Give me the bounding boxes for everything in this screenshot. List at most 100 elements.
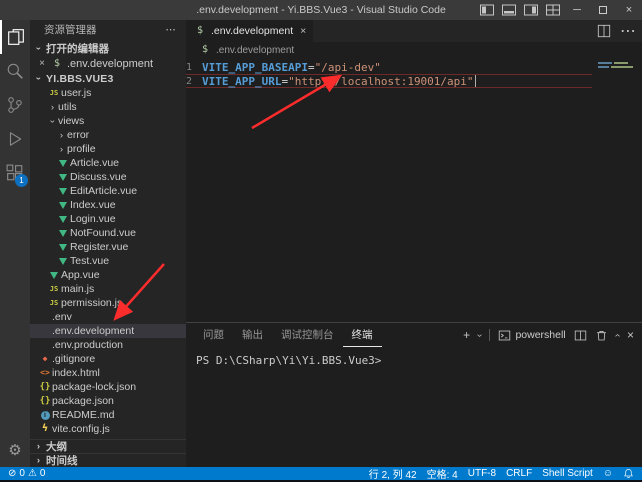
tree-item-.env[interactable]: .env	[30, 310, 186, 324]
tree-item-package.json[interactable]: {}package.json	[30, 394, 186, 408]
tree-item-utils[interactable]: ›utils	[30, 100, 186, 114]
close-icon[interactable]: ×	[37, 58, 47, 69]
kill-terminal-icon[interactable]	[595, 329, 608, 342]
close-panel-icon[interactable]: ×	[627, 328, 634, 342]
minimize-button[interactable]: ─	[564, 0, 590, 20]
file-label: vite.config.js	[52, 423, 110, 435]
tree-item-.gitignore[interactable]: ◆.gitignore	[30, 352, 186, 366]
chevron-right-icon: ›	[47, 102, 58, 113]
tree-item-permission.js[interactable]: JSpermission.js	[30, 296, 186, 310]
file-label: .gitignore	[52, 353, 95, 365]
terminal[interactable]: PS D:\CSharp\Yi\Yi.BBS.Vue3>	[186, 347, 642, 367]
error-icon: ⊘	[8, 468, 16, 479]
split-editor-icon[interactable]	[597, 24, 611, 38]
divider	[489, 329, 490, 341]
tree-item-error[interactable]: ›error	[30, 128, 186, 142]
customize-layout-icon[interactable]	[542, 0, 564, 20]
source-control-icon[interactable]	[0, 88, 30, 122]
open-editor-item[interactable]: × $ .env.development	[30, 56, 186, 71]
tree-item-package-lock.json[interactable]: {}package-lock.json	[30, 380, 186, 394]
split-terminal-icon[interactable]	[574, 329, 587, 342]
views-more-icon[interactable]: ⋯	[166, 20, 177, 40]
maximize-panel-icon[interactable]: ›	[612, 333, 623, 336]
code-area[interactable]: 1VITE_APP_BASEAPI="/api-dev"2VITE_APP_UR…	[186, 58, 642, 321]
tree-item-Article.vue[interactable]: Article.vue	[30, 156, 186, 170]
outline-section[interactable]: › 大纲	[30, 439, 186, 453]
tree-item-main.js[interactable]: JSmain.js	[30, 282, 186, 296]
terminal-dropdown-icon[interactable]: ›	[474, 333, 485, 336]
code-line-2[interactable]: 2VITE_APP_URL="http://localhost:19001/ap…	[186, 74, 592, 88]
tab-bar: $ .env.development × ⋯	[186, 20, 642, 42]
shellscript-file-icon: $	[50, 59, 64, 69]
minimap-line	[598, 62, 638, 64]
cursor-position[interactable]: 行 2, 列 42	[369, 466, 417, 481]
terminal-shell-button[interactable]: powershell	[498, 329, 565, 342]
open-editor-label: .env.development	[67, 58, 153, 70]
tree-item-index.html[interactable]: <>index.html	[30, 366, 186, 380]
problems-status[interactable]: ⊘ 0 ⚠ 0	[8, 468, 45, 479]
indentation[interactable]: 空格: 4	[427, 466, 458, 481]
tree-item-App.vue[interactable]: App.vue	[30, 268, 186, 282]
more-actions-icon[interactable]: ⋯	[620, 21, 636, 41]
toggle-secondary-sidebar-icon[interactable]	[520, 0, 542, 20]
tree-item-Register.vue[interactable]: Register.vue	[30, 240, 186, 254]
encoding[interactable]: UTF-8	[468, 468, 496, 479]
tab-env-development[interactable]: $ .env.development ×	[186, 20, 313, 42]
panel-header: 问题输出调试控制台终端 + › powershell › ×	[186, 323, 642, 347]
file-label: Article.vue	[70, 157, 119, 169]
tree-item-README.md[interactable]: iREADME.md	[30, 408, 186, 422]
file-label: user.js	[61, 87, 91, 99]
tree-item-user.js[interactable]: JSuser.js	[30, 86, 186, 100]
tree-item-.env.production[interactable]: .env.production	[30, 338, 186, 352]
sidebar-title: 资源管理器	[44, 24, 97, 36]
chevron-right-icon: ›	[56, 144, 67, 155]
file-label: views	[58, 115, 84, 127]
tree-item-.env.development[interactable]: .env.development	[30, 324, 186, 338]
breadcrumb[interactable]: $ .env.development	[186, 42, 642, 58]
js-file-icon: JS	[47, 300, 61, 307]
tree-item-NotFound.vue[interactable]: NotFound.vue	[30, 226, 186, 240]
tree-item-Login.vue[interactable]: Login.vue	[30, 212, 186, 226]
notifications-bell-icon[interactable]	[623, 468, 634, 479]
toggle-panel-icon[interactable]	[498, 0, 520, 20]
settings-gear-icon[interactable]: ⚙	[0, 435, 30, 465]
open-editors-header[interactable]: › 打开的编辑器	[30, 40, 186, 56]
tree-item-Index.vue[interactable]: Index.vue	[30, 198, 186, 212]
extensions-icon[interactable]: 1	[0, 156, 30, 190]
feedback-smiley-icon[interactable]: ☺	[603, 468, 613, 479]
md-file-icon: i	[38, 411, 52, 420]
language-mode[interactable]: Shell Script	[542, 468, 593, 479]
tree-item-EditArticle.vue[interactable]: EditArticle.vue	[30, 184, 186, 198]
tree-item-Discuss.vue[interactable]: Discuss.vue	[30, 170, 186, 184]
tree-item-Test.vue[interactable]: Test.vue	[30, 254, 186, 268]
search-icon[interactable]	[0, 54, 30, 88]
code-line-1[interactable]: 1VITE_APP_BASEAPI="/api-dev"	[186, 60, 592, 74]
toggle-sidebar-icon[interactable]	[476, 0, 498, 20]
explorer-sidebar: 资源管理器 ⋯ › 打开的编辑器 × $ .env.development › …	[30, 20, 186, 467]
panel-tab-2[interactable]: 调试控制台	[272, 323, 343, 347]
panel-tab-3[interactable]: 终端	[343, 323, 382, 347]
maximize-icon	[599, 6, 607, 14]
outline-label: 大纲	[46, 439, 67, 454]
file-label: .env.production	[52, 339, 123, 351]
eol[interactable]: CRLF	[506, 468, 532, 479]
panel-tab-0[interactable]: 问题	[194, 323, 233, 347]
minimap[interactable]	[592, 60, 642, 100]
close-window-button[interactable]: ×	[616, 0, 642, 20]
chevron-right-icon: ›	[33, 455, 44, 466]
new-terminal-icon[interactable]: +	[463, 328, 470, 342]
code-token-string: "http://localhost:19001/api"	[288, 75, 473, 88]
explorer-icon[interactable]	[0, 20, 30, 54]
tree-item-vite.config.js[interactable]: ϟvite.config.js	[30, 422, 186, 436]
tree-item-views[interactable]: ›views	[30, 114, 186, 128]
shellscript-file-icon: $	[193, 26, 207, 36]
close-tab-icon[interactable]: ×	[300, 25, 306, 37]
project-section-header[interactable]: › YI.BBS.VUE3	[30, 71, 186, 86]
file-label: .env.development	[52, 325, 134, 337]
tree-item-profile[interactable]: ›profile	[30, 142, 186, 156]
panel-tab-1[interactable]: 输出	[233, 323, 272, 347]
timeline-section[interactable]: › 时间线	[30, 453, 186, 467]
maximize-button[interactable]	[590, 0, 616, 20]
run-debug-icon[interactable]	[0, 122, 30, 156]
extensions-badge: 1	[15, 174, 28, 187]
